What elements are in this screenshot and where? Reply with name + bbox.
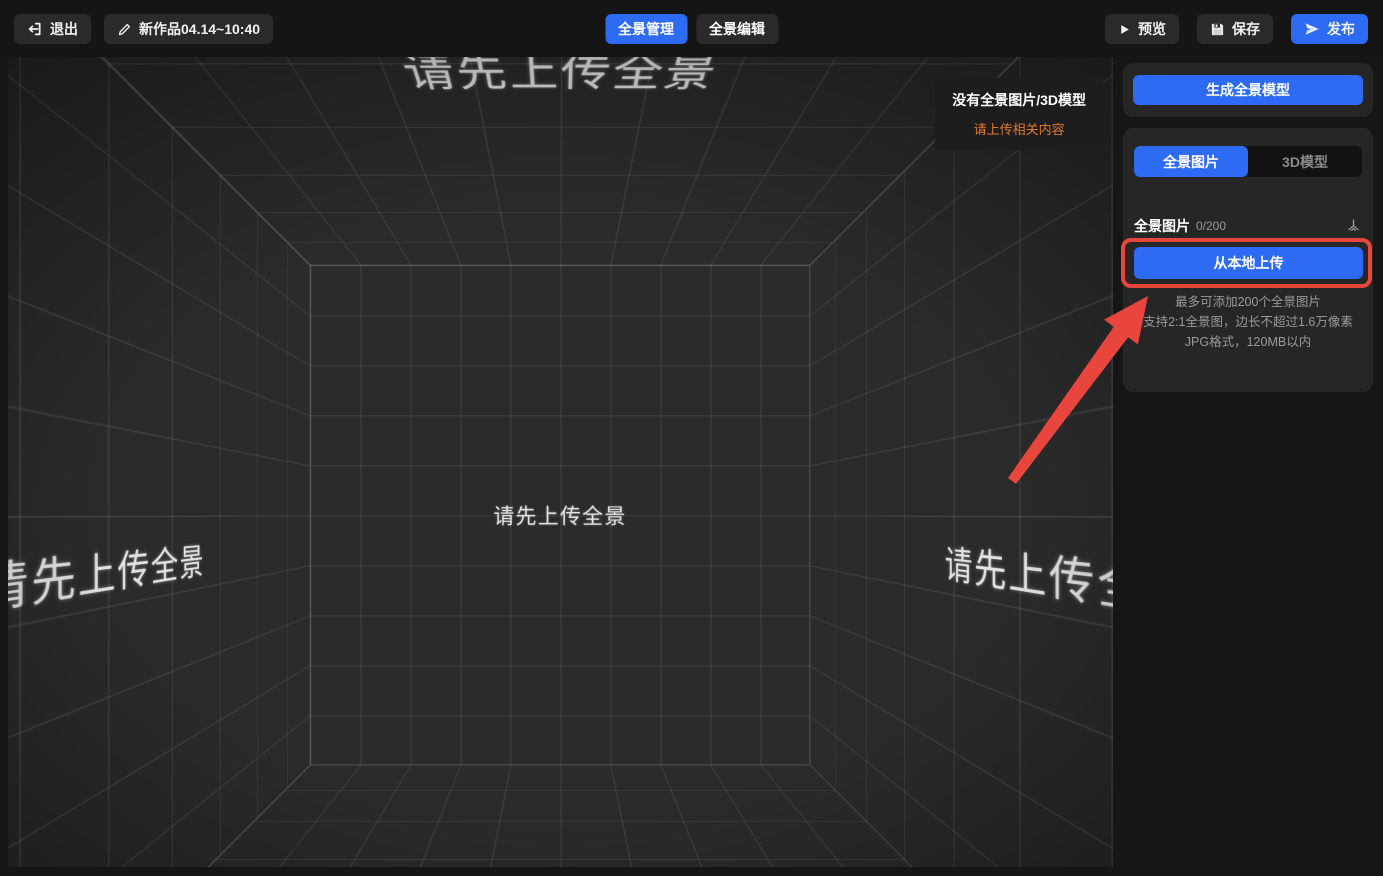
save-button[interactable]: 保存 xyxy=(1197,14,1273,44)
save-label: 保存 xyxy=(1232,21,1260,37)
publish-button[interactable]: 发布 xyxy=(1291,14,1368,44)
preview-label: 预览 xyxy=(1138,21,1166,37)
upload-hint-line: 最多可添加200个全景图片 xyxy=(1175,295,1321,309)
wall-text-back: 请先上传全景 xyxy=(493,504,627,529)
tab-pano-manage[interactable]: 全景管理 xyxy=(605,14,687,44)
upload-local-button[interactable]: 从本地上传 xyxy=(1134,247,1363,279)
wall-text-ceiling: 请先上传全景 xyxy=(396,57,726,95)
tab-3d-model[interactable]: 3D模型 xyxy=(1248,146,1362,177)
publish-label: 发布 xyxy=(1327,21,1355,37)
tooltip-title: 没有全景图片/3D模型 xyxy=(952,92,1086,108)
source-panel: 全景图片 3D模型 全景图片 0/200 从本地上传 最多可添加200个全景图片… xyxy=(1123,128,1373,392)
send-icon xyxy=(1304,21,1320,37)
section-header: 全景图片 0/200 xyxy=(1134,216,1362,236)
panorama-viewport[interactable]: 请先上传全景 请先上传全景 请先上传全景 请先上传全景 请先上传全景 没有全景图… xyxy=(8,57,1113,867)
upload-hint-line: JPG格式，120MB以内 xyxy=(1184,335,1312,349)
upload-hints: 最多可添加200个全景图片 支持2:1全景图，边长不超过1.6万像素 JPG格式… xyxy=(1123,292,1373,352)
source-type-toggle: 全景图片 3D模型 xyxy=(1134,146,1362,177)
count-badge: 0/200 xyxy=(1196,219,1227,233)
wall-text-left: 请先上传全景 xyxy=(8,542,205,624)
play-icon xyxy=(1118,23,1131,36)
top-toolbar: 退出 新作品04.14~10:40 全景管理 全景编辑 预览 保存 发布 xyxy=(0,0,1383,57)
pencil-icon xyxy=(117,22,132,37)
exit-icon xyxy=(27,21,43,37)
tab-pano-edit[interactable]: 全景编辑 xyxy=(696,14,778,44)
project-name-button[interactable]: 新作品04.14~10:40 xyxy=(104,14,274,44)
axis-gizmo-icon[interactable] xyxy=(1345,218,1362,235)
generate-model-button[interactable]: 生成全景模型 xyxy=(1133,75,1363,105)
upload-hint-line: 支持2:1全景图，边长不超过1.6万像素 xyxy=(1143,315,1353,329)
wall-text-right: 请先上传全景 xyxy=(944,544,1113,638)
project-name-label: 新作品04.14~10:40 xyxy=(139,21,261,37)
tooltip-subtitle: 请上传相关内容 xyxy=(973,122,1065,137)
back-wall-face: 请先上传全景 xyxy=(309,264,811,766)
floor-face: 请先上传全景 xyxy=(8,765,1113,867)
section-title: 全景图片 xyxy=(1134,218,1190,234)
exit-label: 退出 xyxy=(50,21,78,37)
save-icon xyxy=(1210,22,1225,37)
empty-state-tooltip: 没有全景图片/3D模型 请上传相关内容 xyxy=(935,78,1103,150)
preview-button[interactable]: 预览 xyxy=(1105,14,1179,44)
tab-pano-image[interactable]: 全景图片 xyxy=(1134,146,1248,177)
exit-button[interactable]: 退出 xyxy=(14,14,91,44)
generate-panel: 生成全景模型 xyxy=(1123,63,1373,117)
